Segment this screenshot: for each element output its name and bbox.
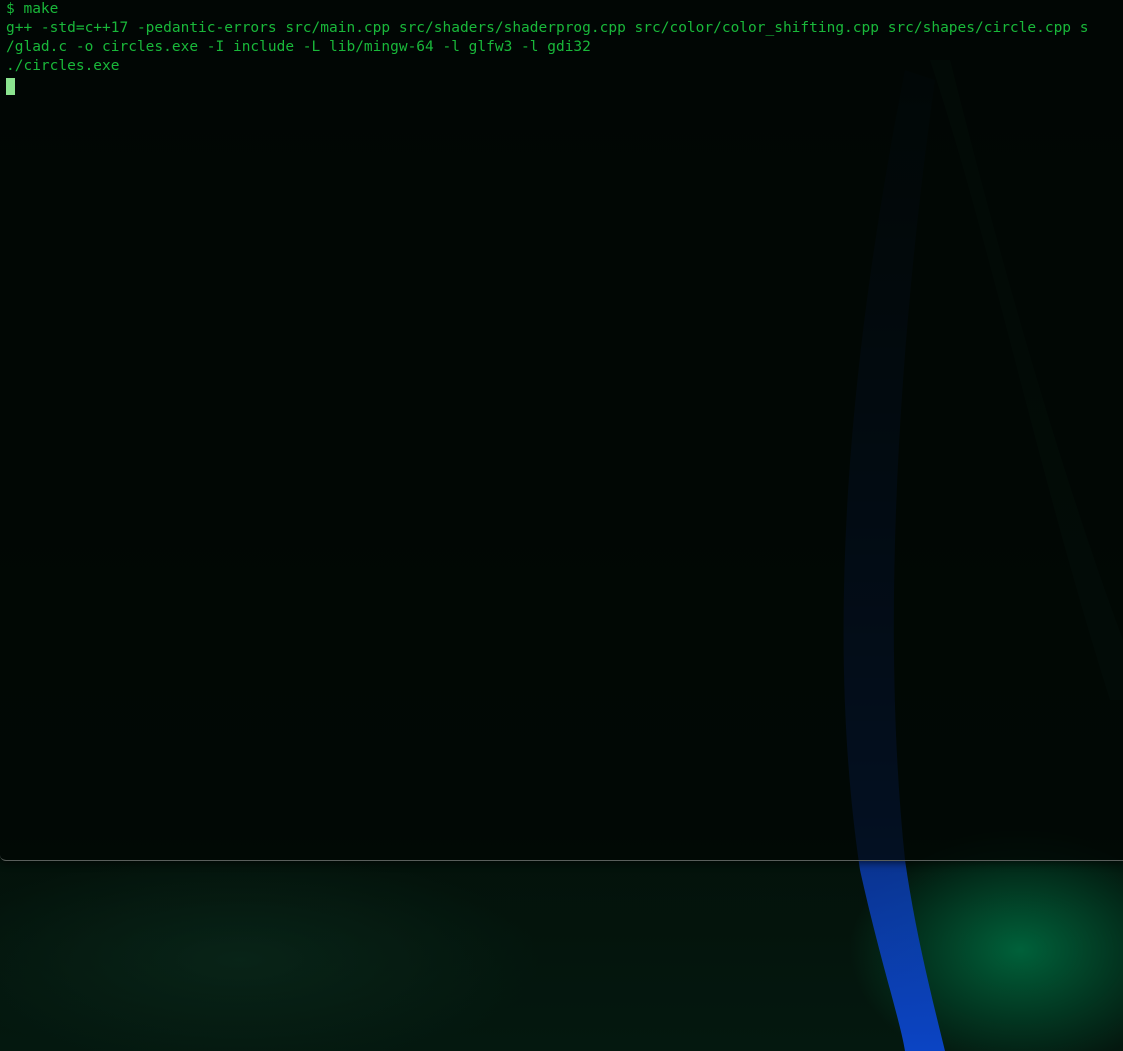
terminal-prompt-line[interactable] — [6, 76, 1089, 95]
terminal-output: $ make g++ -std=c++17 -pedantic-errors sr… — [6, 0, 1089, 95]
desktop: $ make g++ -std=c++17 -pedantic-errors sr… — [0, 0, 1123, 1051]
terminal-window[interactable]: $ make g++ -std=c++17 -pedantic-errors sr… — [0, 0, 1123, 861]
terminal-line-compile-wrap: /glad.c -o circles.exe -I include -L lib… — [6, 39, 591, 55]
terminal-line-run: ./circles.exe — [6, 58, 120, 74]
terminal-line-compile: g++ -std=c++17 -pedantic-errors src/main… — [6, 20, 1089, 36]
terminal-line-command: $ make — [6, 1, 59, 17]
text-cursor — [6, 78, 15, 95]
